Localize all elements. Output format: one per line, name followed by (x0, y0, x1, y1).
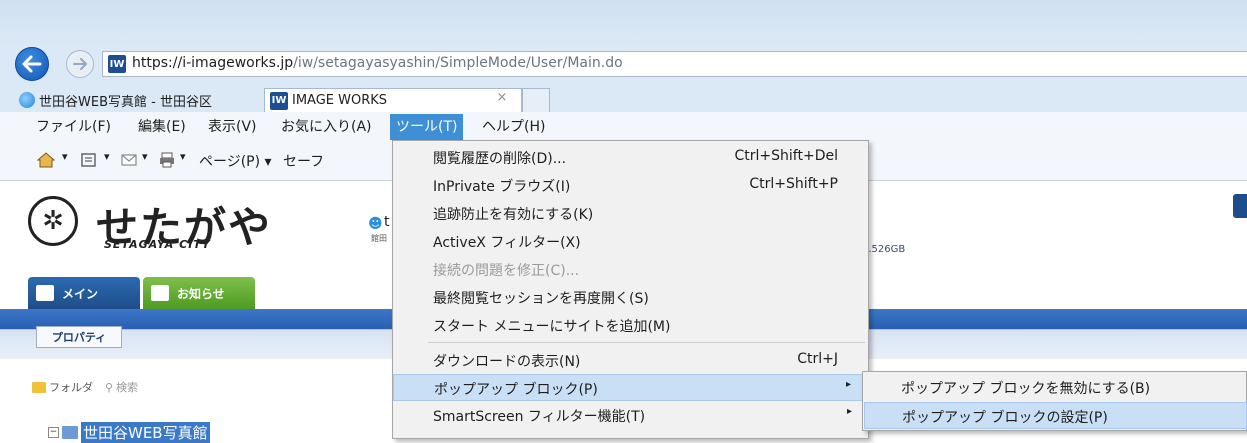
user-icon: ☻ (368, 216, 383, 232)
menu-item-label: InPrivate ブラウズ(I) (433, 179, 571, 195)
folder-icon (62, 426, 78, 439)
menu-separator (428, 342, 865, 343)
iw-icon: IW (270, 91, 288, 110)
menu-item-label: ポップアップ ブロックの設定(P) (902, 410, 1108, 426)
ie-icon (19, 92, 35, 108)
tree-root-node[interactable]: − 世田谷WEB写真館 (48, 422, 210, 443)
menu-item-add-to-start[interactable]: スタート メニューにサイトを追加(M) (393, 312, 868, 339)
feeds-icon[interactable] (80, 151, 98, 173)
tab-main-label: メイン (62, 286, 99, 301)
menu-item-label: 閲覧履歴の削除(D)... (433, 151, 567, 167)
window-titlebar (0, 0, 1247, 44)
tab-label: 世田谷WEB写真館 - 世田谷区 (39, 94, 212, 110)
tab-image-works[interactable]: IW IMAGE WORKS (264, 88, 522, 112)
menu-item-label: 追跡防止を有効にする(K) (433, 207, 594, 223)
pane-tab-folder[interactable]: フォルダ (32, 375, 93, 399)
safety-menu[interactable]: セーフ (283, 151, 324, 171)
menu-item-activex-filter[interactable]: ActiveX フィルター(X) (393, 228, 868, 255)
menu-item-label: ポップアップ ブロック(P) (434, 382, 598, 398)
property-button[interactable]: プロパティ (36, 326, 122, 348)
mail-icon[interactable] (120, 151, 138, 173)
tab-setagaya[interactable]: 世田谷WEB写真館 - 世田谷区 (15, 88, 260, 112)
new-tab-button[interactable] (522, 88, 550, 112)
mail-dropdown-icon[interactable]: ▾ (142, 150, 148, 163)
submenu-item-popup-settings[interactable]: ポップアップ ブロックの設定(P) (864, 402, 1247, 429)
menu-item-label: ポップアップ ブロックを無効にする(B) (901, 381, 1151, 397)
page-menu[interactable]: ページ(P) ▾ (199, 151, 272, 171)
url-path: /iw/setagayasyashin/SimpleMode/User/Main… (293, 55, 623, 71)
menu-item-fix-connection: 接続の問題を修正(C)... (393, 256, 868, 283)
menu-item-label: スタート メニューにサイトを追加(M) (433, 319, 671, 335)
list-icon (36, 285, 54, 301)
menu-item-inprivate[interactable]: InPrivate ブラウズ(I) Ctrl+Shift+P (393, 172, 868, 199)
menu-item-smartscreen[interactable]: SmartScreen フィルター機能(T) ▸ (393, 402, 868, 429)
site-logo-sub: SETAGAYA CITY (104, 238, 211, 251)
menu-item-shortcut: Ctrl+J (797, 351, 838, 367)
menu-help[interactable]: ヘルプ(H) (476, 114, 551, 140)
menu-edit[interactable]: 編集(E) (132, 114, 192, 140)
pane-tab-search[interactable]: ⚲ 検索 (105, 375, 138, 399)
menu-item-delete-history[interactable]: 閲覧履歴の削除(D)... Ctrl+Shift+Del (393, 144, 868, 171)
setagaya-emblem-icon: ✲ (28, 196, 78, 246)
tab-label: IMAGE WORKS (292, 93, 388, 108)
address-url[interactable]: https://i-imageworks.jp/iw/setagayasyash… (132, 55, 623, 71)
menu-item-label: SmartScreen フィルター機能(T) (433, 409, 646, 425)
feeds-dropdown-icon[interactable]: ▾ (104, 150, 110, 163)
submenu-arrow-icon: ▸ (845, 379, 851, 390)
search-icon: ⚲ (105, 380, 114, 394)
menu-item-label: 接続の問題を修正(C)... (433, 263, 580, 279)
site-favicon: IW (108, 55, 126, 73)
notice-icon (151, 285, 169, 301)
menu-item-shortcut: Ctrl+Shift+Del (734, 148, 838, 164)
tree-root-label: 世田谷WEB写真館 (81, 422, 210, 443)
submenu-arrow-icon: ▸ (846, 406, 852, 417)
collapse-icon[interactable]: − (48, 427, 59, 438)
menu-favorites[interactable]: お気に入り(A) (275, 114, 378, 140)
home-dropdown-icon[interactable]: ▾ (62, 150, 68, 163)
user-name-partial: t (384, 214, 390, 230)
menu-file[interactable]: ファイル(F) (30, 114, 117, 140)
tab-close-icon[interactable]: × (493, 90, 511, 108)
menu-item-label: ActiveX フィルター(X) (433, 235, 581, 251)
home-icon[interactable] (36, 151, 56, 173)
menu-tools[interactable]: ツール(T) (390, 114, 464, 140)
menu-item-reopen-session[interactable]: 最終閲覧セッションを再度開く(S) (393, 284, 868, 311)
menu-item-label: 最終閲覧セッションを再度開く(S) (433, 291, 649, 307)
url-host: i-imageworks.jp (182, 55, 294, 71)
menu-item-label: ダウンロードの表示(N) (433, 354, 581, 370)
print-icon[interactable] (158, 151, 176, 173)
menu-item-view-downloads[interactable]: ダウンロードの表示(N) Ctrl+J (393, 347, 868, 374)
menu-item-popup-blocker[interactable]: ポップアップ ブロック(P) ▸ (393, 374, 868, 401)
pane-tab-folder-label: フォルダ (49, 381, 93, 394)
print-dropdown-icon[interactable]: ▾ (180, 150, 186, 163)
header-action-button[interactable] (1233, 194, 1247, 218)
submenu-item-disable-popup-blocker[interactable]: ポップアップ ブロックを無効にする(B) (864, 374, 1247, 401)
url-scheme: https:// (132, 55, 183, 71)
user-info-partial: 館田 (371, 234, 387, 243)
forward-arrow-icon (73, 58, 87, 70)
forward-button[interactable] (66, 50, 94, 78)
tab-main[interactable]: メイン (28, 277, 140, 309)
folder-icon (32, 381, 46, 393)
menu-view[interactable]: 表示(V) (202, 114, 263, 140)
tab-news[interactable]: お知らせ (143, 277, 255, 309)
back-arrow-icon (22, 55, 42, 73)
menu-item-shortcut: Ctrl+Shift+P (749, 176, 838, 192)
pane-tab-search-label: 検索 (116, 381, 139, 394)
menu-item-tracking-protection[interactable]: 追跡防止を有効にする(K) (393, 200, 868, 227)
tab-news-label: お知らせ (177, 286, 225, 301)
back-button[interactable] (15, 47, 49, 81)
